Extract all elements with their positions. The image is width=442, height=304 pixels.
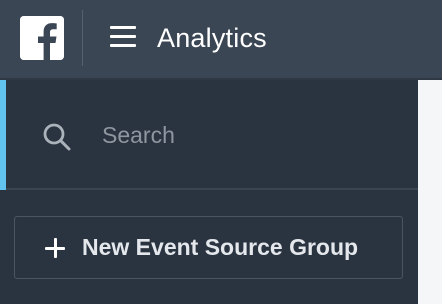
top-bar: Analytics bbox=[0, 0, 442, 80]
hamburger-menu-icon[interactable] bbox=[110, 26, 136, 48]
new-event-source-group-label: New Event Source Group bbox=[82, 234, 359, 260]
search-input[interactable] bbox=[102, 120, 392, 150]
main-content-edge bbox=[418, 80, 442, 304]
search-row bbox=[0, 80, 418, 190]
plus-icon bbox=[45, 238, 65, 258]
search-icon[interactable] bbox=[42, 122, 72, 152]
header-divider bbox=[82, 10, 83, 66]
active-indicator bbox=[0, 80, 6, 190]
app-title: Analytics bbox=[157, 23, 267, 53]
facebook-f-icon[interactable] bbox=[20, 16, 64, 60]
new-event-source-group-button[interactable]: New Event Source Group bbox=[14, 216, 403, 279]
sidebar: New Event Source Group bbox=[0, 80, 418, 304]
